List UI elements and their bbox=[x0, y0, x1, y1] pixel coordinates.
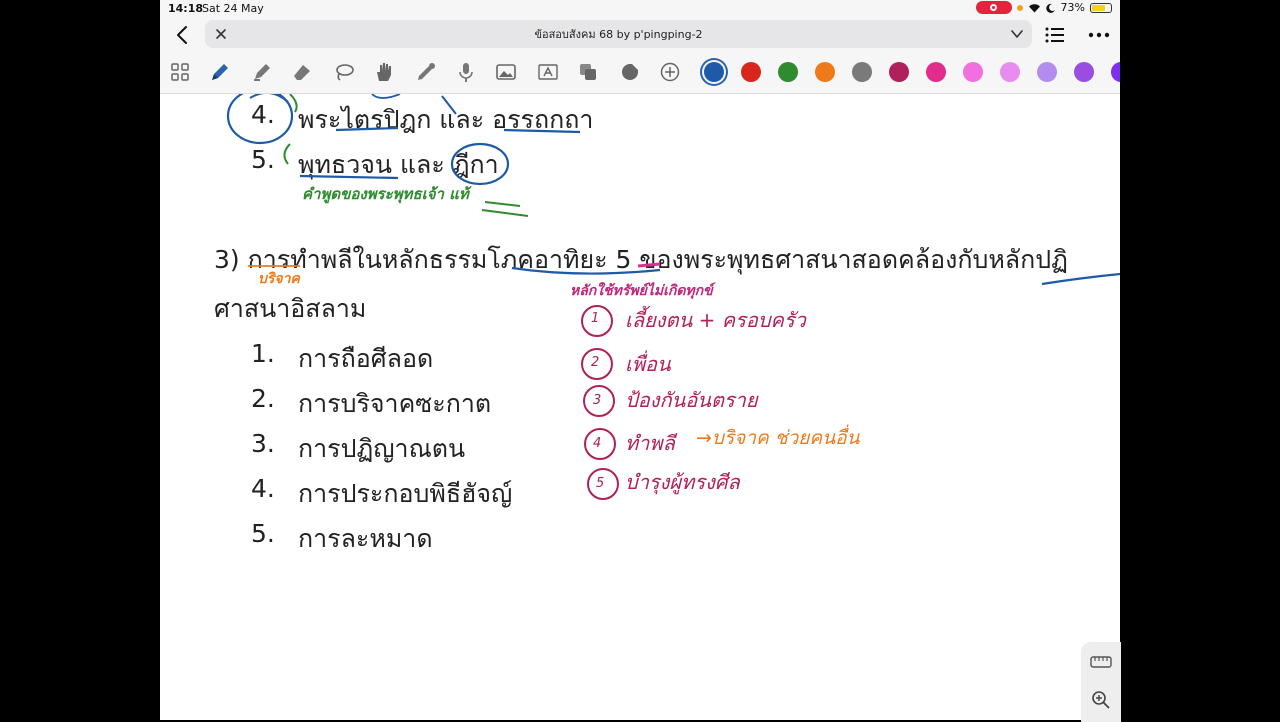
hand-icon[interactable] bbox=[372, 60, 396, 84]
document-title-field[interactable]: ข้อสอบสังคม 68 by p'pingping-2 bbox=[205, 20, 1032, 48]
mic-indicator-icon bbox=[1016, 4, 1023, 11]
screen-record-icon[interactable] bbox=[975, 1, 1012, 14]
color-swatch[interactable] bbox=[889, 62, 909, 82]
ipad-screen: 14:18 Sat 24 May 73% ข้อสอบสังคม 68 by p… bbox=[160, 0, 1120, 720]
option-number: 4. bbox=[251, 474, 275, 503]
zoom-panel bbox=[1081, 642, 1121, 722]
color-swatch[interactable] bbox=[963, 62, 983, 82]
item-number: 4. bbox=[251, 100, 275, 129]
shapes-icon[interactable] bbox=[576, 60, 600, 84]
nav-bar: ข้อสอบสังคม 68 by p'pingping-2 bbox=[160, 19, 1120, 51]
option-text: การละหมาด bbox=[298, 524, 433, 553]
eraser-icon[interactable] bbox=[290, 60, 314, 84]
back-button[interactable] bbox=[170, 21, 194, 49]
option-number: 5. bbox=[251, 519, 275, 548]
close-icon[interactable] bbox=[213, 26, 229, 42]
status-time: 14:18 bbox=[168, 2, 204, 15]
handwritten-note-orange: →บริจาค ช่วยคนอื่น bbox=[696, 427, 860, 449]
color-swatch[interactable] bbox=[815, 62, 835, 82]
color-swatch[interactable] bbox=[1074, 62, 1094, 82]
color-swatch[interactable] bbox=[926, 62, 946, 82]
handwritten-note-header: หลักใช้ทรัพย์ไม่เกิดทุกข์ bbox=[570, 283, 713, 299]
status-icons: 73% bbox=[975, 1, 1112, 14]
note-number: 4 bbox=[593, 436, 602, 451]
option-number: 2. bbox=[251, 384, 275, 413]
status-date: Sat 24 May bbox=[202, 2, 264, 15]
item-text: พระไตรปิฎก และ อรรถกถา bbox=[298, 105, 594, 134]
battery-icon bbox=[1090, 2, 1112, 13]
option-text: การบริจาคซะกาต bbox=[298, 389, 492, 418]
question-text-line2: ศาสนาอิสลาม bbox=[214, 294, 367, 323]
app-chrome: 14:18 Sat 24 May 73% ข้อสอบสังคม 68 by p… bbox=[160, 0, 1120, 94]
chevron-left-icon bbox=[177, 26, 187, 44]
document-title: ข้อสอบสังคม 68 by p'pingping-2 bbox=[534, 28, 703, 41]
option-text: การปฏิญาณตน bbox=[298, 434, 466, 463]
zoom-in-icon[interactable] bbox=[1089, 688, 1113, 712]
handwritten-note-green: คำพูดของพระพุทธเจ้า แท้ bbox=[302, 185, 469, 203]
option-text: การประกอบพิธีฮัจญ์ bbox=[298, 479, 513, 508]
option-number: 3. bbox=[251, 429, 275, 458]
handwritten-note: ทำพลี bbox=[625, 431, 675, 455]
grid-icon[interactable] bbox=[168, 60, 192, 84]
highlighter-icon[interactable] bbox=[250, 60, 274, 84]
sticker-icon[interactable] bbox=[618, 60, 642, 84]
status-bar: 14:18 Sat 24 May 73% bbox=[160, 0, 1120, 17]
note-page[interactable]: 4. พระไตรปิฎก และ อรรถกถา 5. พุทธวจน และ… bbox=[160, 94, 1120, 720]
handwritten-note: เพื่อน bbox=[625, 352, 671, 376]
note-number: 1 bbox=[591, 311, 600, 326]
handwritten-note-orange: บริจาค bbox=[258, 271, 300, 287]
pen-icon[interactable] bbox=[208, 60, 232, 84]
option-number: 1. bbox=[251, 339, 275, 368]
handwritten-note: บำรุงผู้ทรงศีล bbox=[625, 470, 740, 494]
wifi-icon bbox=[1028, 3, 1040, 12]
chevron-down-icon[interactable] bbox=[1010, 27, 1024, 41]
question-text: 3) การทำพลีในหลักธรรมโภคอาทิยะ 5 ของพระพ… bbox=[214, 245, 1068, 274]
moon-icon bbox=[1045, 3, 1055, 13]
item-text: พุทธวจน และ ฎีกา bbox=[298, 150, 499, 179]
list-icon[interactable] bbox=[1045, 26, 1065, 44]
color-swatch[interactable] bbox=[1111, 62, 1120, 82]
color-swatch[interactable] bbox=[852, 62, 872, 82]
battery-percent: 73% bbox=[1060, 1, 1085, 14]
drawing-toolbar bbox=[160, 56, 1120, 88]
ruler-icon[interactable] bbox=[1089, 650, 1113, 674]
item-number: 5. bbox=[251, 145, 275, 174]
note-number: 3 bbox=[593, 393, 602, 408]
textbox-icon[interactable] bbox=[536, 60, 560, 84]
image-icon[interactable] bbox=[494, 60, 518, 84]
add-icon[interactable] bbox=[658, 60, 682, 84]
mic-icon[interactable] bbox=[454, 60, 478, 84]
color-swatch[interactable] bbox=[704, 62, 724, 82]
option-text: การถือศีลอด bbox=[298, 344, 434, 373]
more-icon[interactable] bbox=[1088, 31, 1110, 39]
pipette-icon[interactable] bbox=[414, 60, 438, 84]
color-swatch[interactable] bbox=[1000, 62, 1020, 82]
note-number: 5 bbox=[596, 476, 605, 491]
lasso-icon[interactable] bbox=[332, 60, 356, 84]
color-swatch[interactable] bbox=[1037, 62, 1057, 82]
color-swatch[interactable] bbox=[741, 62, 761, 82]
handwritten-note: เลี้ยงตน + ครอบครัว bbox=[625, 308, 806, 332]
note-number: 2 bbox=[591, 355, 600, 370]
handwritten-note: ป้องกันอันตราย bbox=[625, 388, 758, 412]
color-swatch[interactable] bbox=[778, 62, 798, 82]
